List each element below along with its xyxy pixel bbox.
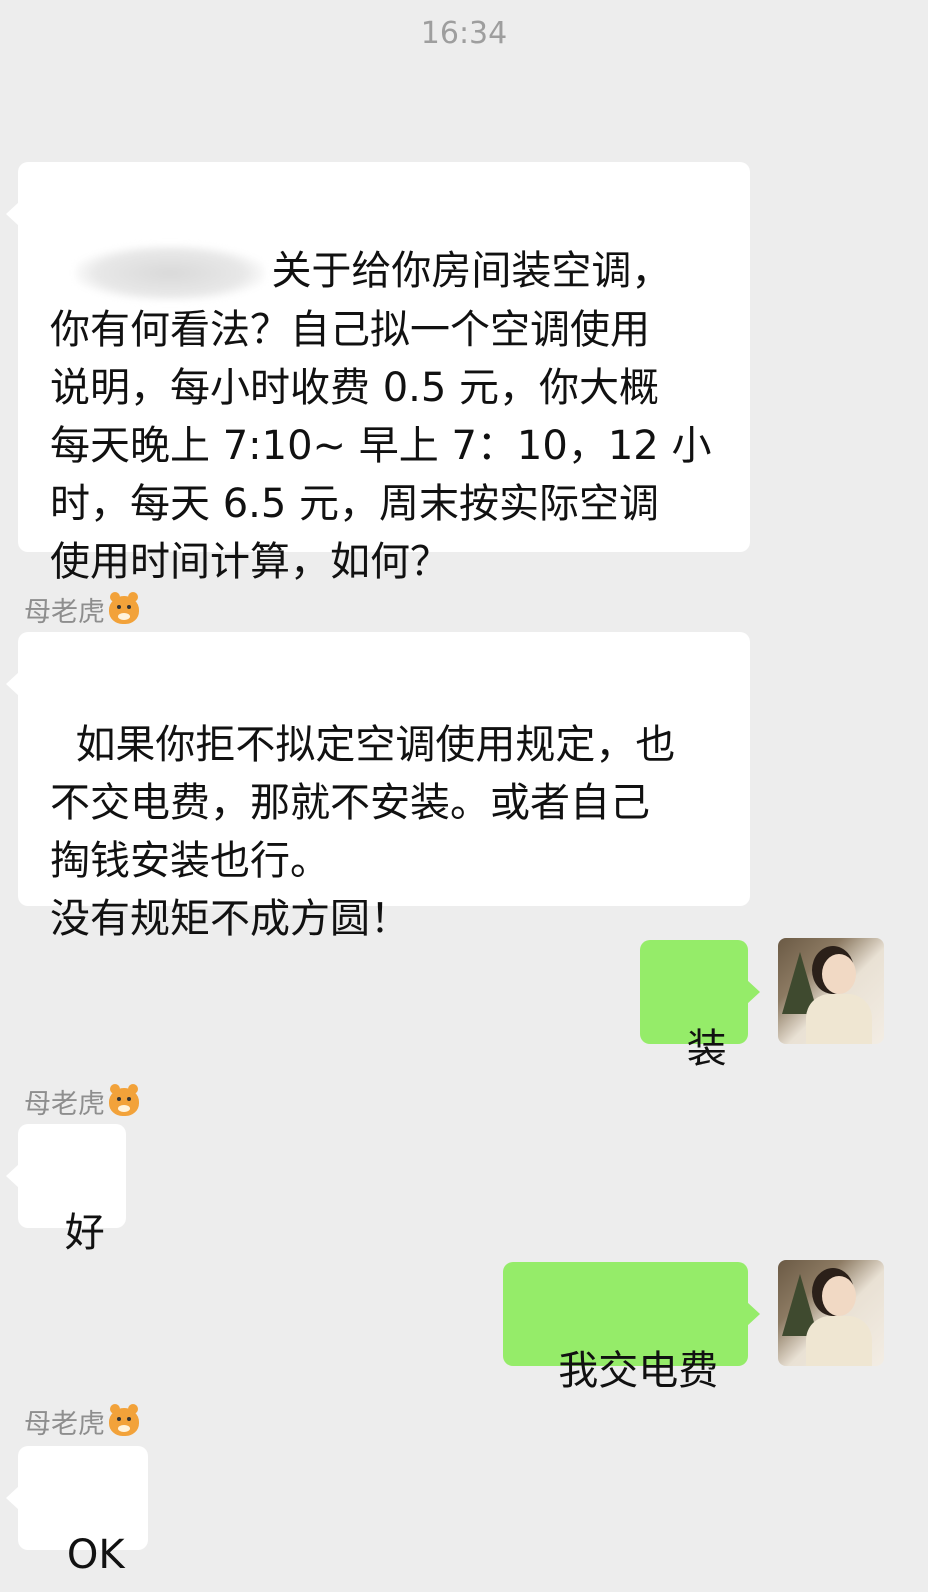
tiger-face-icon xyxy=(109,1403,139,1436)
message-text: 我交电费 xyxy=(558,1348,719,1394)
blurred-sender-name xyxy=(75,245,266,301)
user-avatar[interactable] xyxy=(778,938,884,1044)
sender-name: 母老虎 xyxy=(24,1082,139,1121)
message-text: 好 xyxy=(64,1210,105,1256)
message-text: OK xyxy=(66,1532,125,1578)
sender-name: 母老虎 xyxy=(24,590,139,629)
sender-label: 母老虎 xyxy=(24,1089,105,1120)
message-text: 装 xyxy=(686,1026,727,1072)
sender-label: 母老虎 xyxy=(24,597,105,628)
message-bubble-incoming[interactable]: 关于给你房间装空调， 你有何看法？自己拟一个空调使用 说明，每小时收费 0.5 … xyxy=(6,162,750,585)
message-bubble-incoming[interactable]: 好 xyxy=(6,1124,126,1256)
message-bubble-incoming[interactable]: 如果你拒不拟定空调使用规定，也 不交电费，那就不安装。或者自己 掏钱安装也行。 … xyxy=(6,632,750,942)
sender-label: 母老虎 xyxy=(24,1409,105,1440)
message-text: 如果你拒不拟定空调使用规定，也 不交电费，那就不安装。或者自己 掏钱安装也行。 … xyxy=(50,722,676,942)
message-bubble-incoming[interactable]: OK xyxy=(6,1446,148,1578)
sender-name: 母老虎 xyxy=(24,1402,139,1441)
message-bubble-outgoing[interactable]: 我交电费 xyxy=(503,1262,760,1394)
user-avatar[interactable] xyxy=(778,1260,884,1366)
tiger-face-icon xyxy=(109,591,139,624)
tiger-face-icon xyxy=(109,1083,139,1116)
message-bubble-outgoing[interactable]: 装 xyxy=(640,940,760,1072)
chat-timestamp: 16:34 xyxy=(420,16,508,51)
